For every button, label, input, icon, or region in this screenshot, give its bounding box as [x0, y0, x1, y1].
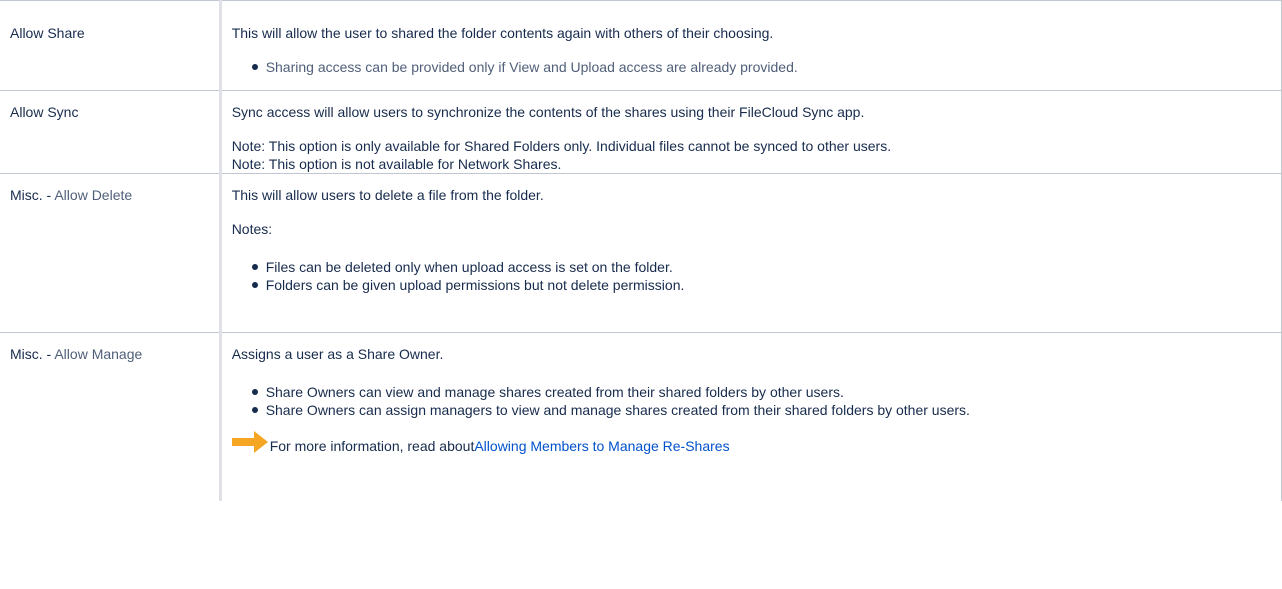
row-description: This will allow the user to shared the f…	[220, 0, 1282, 91]
row-description: This will allow users to delete a file f…	[220, 173, 1282, 333]
info-text: For more information, read about	[269, 438, 475, 454]
table-row: Allow Sync Sync access will allow users …	[0, 90, 1282, 174]
label-text: Allow Sync	[10, 104, 79, 120]
row-description: Assigns a user as a Share Owner. Share O…	[220, 332, 1282, 501]
row-description: Sync access will allow users to synchron…	[220, 90, 1282, 174]
bullet-list: Sharing access can be provided only if V…	[232, 58, 1271, 76]
list-item: Share Owners can view and manage shares …	[251, 383, 1271, 401]
row-label: Allow Sync	[0, 90, 222, 174]
row-label: Misc. - Allow Manage	[0, 332, 222, 501]
label-suffix: Allow Delete	[54, 187, 133, 203]
right-arrow-icon	[231, 431, 268, 453]
description-text: Assigns a user as a Share Owner.	[231, 346, 444, 362]
row-label: Allow Share	[0, 0, 222, 91]
permissions-table: Allow Share This will allow the user to …	[0, 0, 1282, 501]
description-text: Sync access will allow users to synchron…	[231, 104, 865, 120]
info-line: For more information, read about Allowin…	[231, 431, 1271, 457]
list-item: Folders can be given upload permissions …	[251, 276, 1271, 294]
list-item: Files can be deleted only when upload ac…	[251, 258, 1271, 276]
bullet-list: Files can be deleted only when upload ac…	[232, 258, 1271, 294]
notes-heading: Notes:	[231, 221, 273, 237]
note-text: Note: This option is not available for N…	[231, 156, 562, 172]
row-label: Misc. - Allow Delete	[0, 173, 222, 333]
bullet-list: Share Owners can view and manage shares …	[232, 383, 1271, 419]
label-prefix: Misc. -	[10, 346, 55, 362]
label-prefix: Misc. -	[10, 187, 55, 203]
label-text: Allow Share	[10, 25, 85, 41]
list-item: Sharing access can be provided only if V…	[251, 58, 1271, 76]
list-item: Share Owners can assign managers to view…	[251, 401, 1271, 419]
table-row: Misc. - Allow Manage Assigns a user as a…	[0, 332, 1282, 501]
description-text: This will allow the user to shared the f…	[231, 25, 774, 41]
manage-reshares-link[interactable]: Allowing Members to Manage Re-Shares	[474, 437, 729, 455]
description-text: This will allow users to delete a file f…	[231, 187, 544, 203]
table-row: Allow Share This will allow the user to …	[0, 0, 1282, 91]
label-suffix: Allow Manage	[54, 346, 143, 362]
table-row: Misc. - Allow Delete This will allow use…	[0, 173, 1282, 333]
note-text: Note: This option is only available for …	[231, 138, 892, 154]
